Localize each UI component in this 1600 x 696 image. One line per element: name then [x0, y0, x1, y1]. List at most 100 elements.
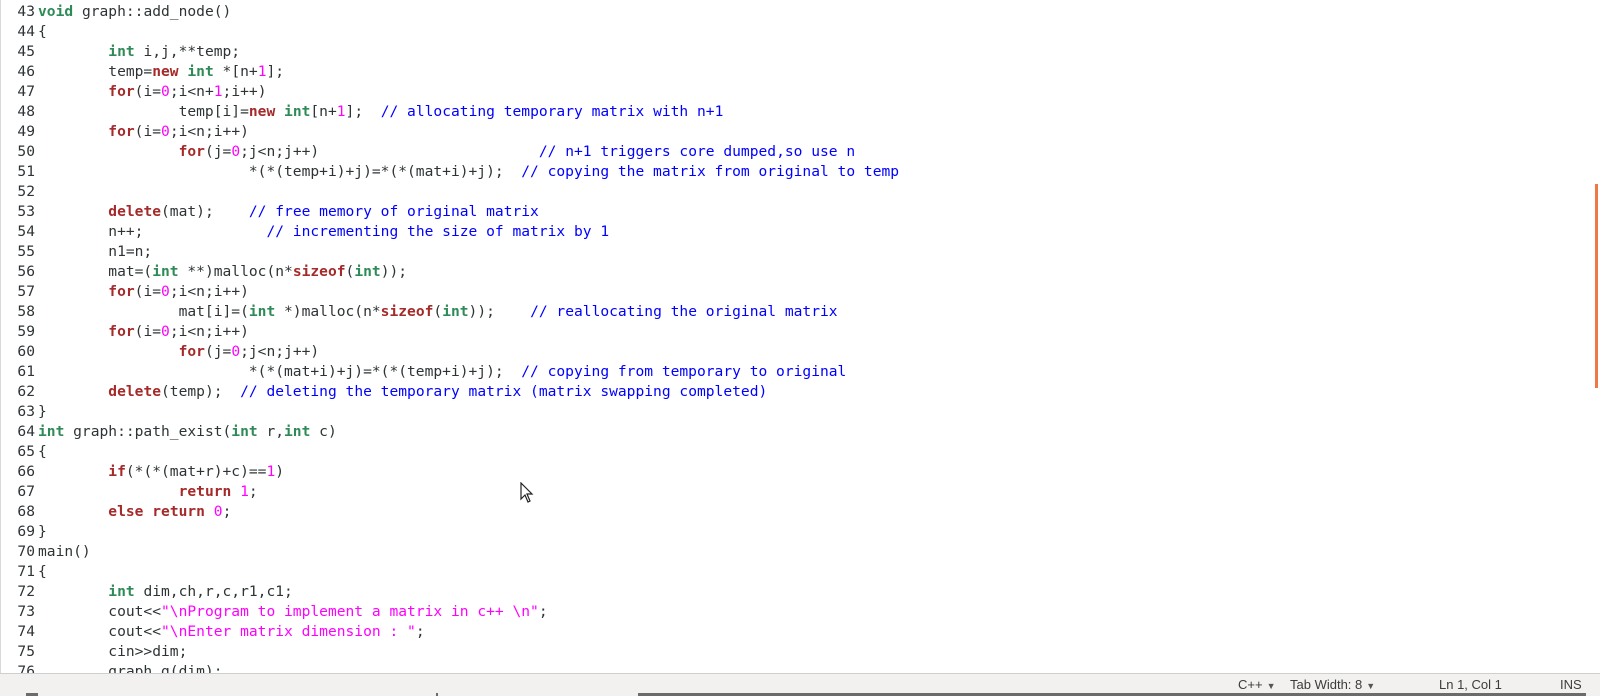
line-number: 73: [17, 603, 35, 620]
code-text[interactable]: }: [35, 522, 47, 542]
code-token: "\nEnter matrix dimension : ": [161, 623, 416, 640]
code-text[interactable]: }: [35, 402, 47, 422]
code-text[interactable]: int i,j,**temp;: [35, 42, 240, 62]
code-token: ): [275, 463, 285, 480]
code-text[interactable]: for(i=0;i<n;i++): [35, 282, 249, 302]
code-text[interactable]: for(i=0;i<n;i++): [35, 122, 249, 142]
code-editor[interactable]: 43 void graph::add_node() 44{45 int i,j,**…: [0, 0, 1600, 673]
code-token: if: [108, 463, 126, 480]
code-line[interactable]: 62 delete(temp); // deleting the tempora…: [1, 382, 767, 402]
code-text[interactable]: temp=new int *[n+1];: [35, 62, 284, 82]
code-text[interactable]: cin>>dim;: [35, 642, 187, 662]
code-text[interactable]: int graph::path_exist(int r,int c): [35, 422, 337, 442]
code-text[interactable]: return 1;: [35, 482, 258, 502]
code-text[interactable]: cout<<"\nEnter matrix dimension : ";: [35, 622, 425, 642]
code-line[interactable]: 64 int graph::path_exist(int r,int c): [1, 422, 337, 442]
code-token: ));: [468, 303, 531, 320]
code-text[interactable]: mat[i]=(int *)malloc(n*sizeof(int)); // …: [35, 302, 838, 322]
code-token: r,: [257, 423, 285, 440]
code-text[interactable]: for(i=0;i<n;i++): [35, 322, 249, 342]
code-line[interactable]: 54 n++; // incrementing the size of matr…: [1, 222, 609, 242]
code-text[interactable]: main(): [35, 542, 91, 562]
code-token: ;: [415, 623, 425, 640]
code-text[interactable]: for(j=0;j<n;j++) // n+1 triggers core du…: [35, 142, 856, 162]
code-line[interactable]: 65{: [1, 442, 47, 462]
code-line[interactable]: 51 *(*(temp+i)+j)=*(*(mat+i)+j); // copy…: [1, 162, 899, 182]
code-token: int: [231, 423, 258, 440]
code-line[interactable]: 58 mat[i]=(int *)malloc(n*sizeof(int)); …: [1, 302, 838, 322]
code-token: // allocating temporary matrix with n+1: [380, 103, 724, 120]
code-text[interactable]: temp[i]=new int[n+1]; // allocating temp…: [35, 102, 724, 122]
language-selector[interactable]: C++ ▼: [1238, 677, 1276, 694]
code-text[interactable]: delete(temp); // deleting the temporary …: [35, 382, 767, 402]
code-line[interactable]: 73 cout<<"\nProgram to implement a matri…: [1, 602, 547, 622]
code-line[interactable]: 72 int dim,ch,r,c,r1,c1;: [1, 582, 293, 602]
code-line[interactable]: 61 *(*(mat+i)+j)=*(*(temp+i)+j); // copy…: [1, 362, 846, 382]
line-number: 45: [17, 43, 35, 60]
code-text[interactable]: mat=(int **)malloc(n*sizeof(int));: [35, 262, 407, 282]
code-text[interactable]: int dim,ch,r,c,r1,c1;: [35, 582, 293, 602]
code-text[interactable]: graph g(dim);: [35, 662, 222, 673]
code-token: 0: [231, 143, 241, 160]
code-text[interactable]: {: [35, 562, 47, 582]
code-line[interactable]: 52: [1, 182, 38, 202]
code-token: (temp);: [161, 383, 241, 400]
code-line[interactable]: 63}: [1, 402, 47, 422]
code-line[interactable]: 68 else return 0;: [1, 502, 231, 522]
code-text[interactable]: if(*(*(mat+r)+c)==1): [35, 462, 284, 482]
code-token: // copying from temporary to original: [521, 363, 847, 380]
code-token: 1: [336, 103, 346, 120]
code-line[interactable]: 74 cout<<"\nEnter matrix dimension : ";: [1, 622, 425, 642]
code-line[interactable]: 50 for(j=0;j<n;j++) // n+1 triggers core…: [1, 142, 855, 162]
code-line[interactable]: 47 for(i=0;i<n+1;i++): [1, 82, 266, 102]
code-line[interactable]: 59 for(i=0;i<n;i++): [1, 322, 249, 342]
code-line[interactable]: 53 delete(mat); // free memory of origin…: [1, 202, 539, 222]
code-line[interactable]: 46 temp=new int *[n+1];: [1, 62, 284, 82]
code-token: for: [108, 323, 135, 340]
code-text[interactable]: {: [35, 442, 47, 462]
code-line[interactable]: 75 cin>>dim;: [1, 642, 187, 662]
code-line[interactable]: 57 for(i=0;i<n;i++): [1, 282, 249, 302]
code-line[interactable]: 69}: [1, 522, 47, 542]
tab-width-selector[interactable]: Tab Width: 8 ▼: [1290, 677, 1375, 694]
line-number: 60: [17, 343, 35, 360]
code-text[interactable]: cout<<"\nProgram to implement a matrix i…: [35, 602, 547, 622]
code-text[interactable]: void graph::add_node(): [35, 2, 231, 22]
code-text[interactable]: else return 0;: [35, 502, 231, 522]
vertical-scrollbar[interactable]: [1595, 184, 1598, 388]
code-line[interactable]: 70 main(): [1, 542, 91, 562]
insert-mode-indicator[interactable]: INS: [1560, 677, 1582, 693]
code-token: *)malloc(n*: [275, 303, 381, 320]
code-token: n++;: [38, 223, 267, 240]
code-line[interactable]: 60 for(j=0;j<n;j++): [1, 342, 319, 362]
code-line[interactable]: 66 if(*(*(mat+r)+c)==1): [1, 462, 284, 482]
code-token: // incrementing the size of matrix by 1: [266, 223, 610, 240]
code-line[interactable]: 67 return 1;: [1, 482, 258, 502]
code-line[interactable]: 49 for(i=0;i<n;i++): [1, 122, 249, 142]
code-line[interactable]: 43 void graph::add_node(): [1, 2, 231, 22]
code-token: ;i<n;i++): [169, 283, 249, 300]
code-text[interactable]: n++; // incrementing the size of matrix …: [35, 222, 609, 242]
code-token: dim,ch,r,c,r1,c1;: [134, 583, 293, 600]
code-line[interactable]: 44{: [1, 22, 47, 42]
code-token: {: [38, 563, 47, 580]
code-line[interactable]: 45 int i,j,**temp;: [1, 42, 240, 62]
line-number: 69: [17, 523, 35, 540]
code-token: "\nProgram to implement a matrix in c++ …: [161, 603, 539, 620]
code-text[interactable]: delete(mat); // free memory of original …: [35, 202, 539, 222]
code-line[interactable]: 71{: [1, 562, 47, 582]
code-text[interactable]: n1=n;: [35, 242, 152, 262]
code-line[interactable]: 76 graph g(dim);: [1, 662, 222, 673]
code-text[interactable]: for(j=0;j<n;j++): [35, 342, 320, 362]
code-text[interactable]: {: [35, 22, 47, 42]
code-text[interactable]: for(i=0;i<n+1;i++): [35, 82, 266, 102]
code-token: (i=: [134, 283, 162, 300]
code-line[interactable]: 55 n1=n;: [1, 242, 152, 262]
code-text[interactable]: *(*(temp+i)+j)=*(*(mat+i)+j); // copying…: [35, 162, 899, 182]
code-text[interactable]: *(*(mat+i)+j)=*(*(temp+i)+j); // copying…: [35, 362, 846, 382]
code-line[interactable]: 56 mat=(int **)malloc(n*sizeof(int));: [1, 262, 407, 282]
code-line[interactable]: 48 temp[i]=new int[n+1]; // allocating t…: [1, 102, 723, 122]
